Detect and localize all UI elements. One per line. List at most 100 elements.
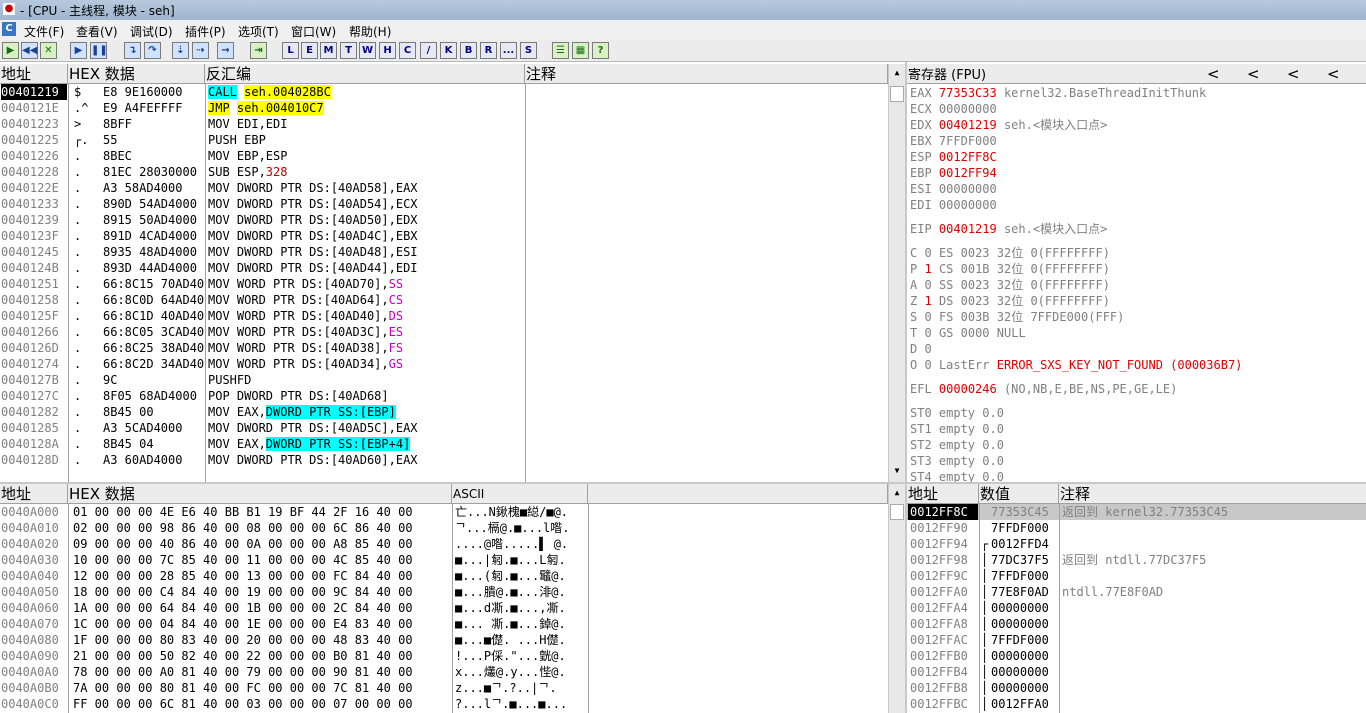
flag-z[interactable]: Z 1 DS 0023 32位 0(FFFFFFFF) <box>910 293 1362 309</box>
scroll-up-icon[interactable]: ▲ <box>890 486 904 500</box>
disasm-row[interactable]: 00401251. 66:8C15 70AD4000MOV WORD PTR DS… <box>0 276 888 292</box>
stack-row[interactable]: 0012FF9C │ 7FFDF000 <box>907 568 1366 584</box>
disasm-row[interactable]: 0040127B. 9C PUSHFD <box>0 372 888 388</box>
registers-pane[interactable]: 寄存器 (FPU) < < < < EAX 77353C33 kernel32.… <box>907 64 1366 482</box>
col-header-ascii[interactable]: ASCII <box>452 484 588 504</box>
run-icon[interactable]: ▶ <box>70 42 87 59</box>
source-button[interactable]: S <box>520 42 537 59</box>
stack-row[interactable]: 0012FFB8 │ 00000000 <box>907 680 1366 696</box>
patches-button[interactable]: / <box>420 42 437 59</box>
dump-row[interactable]: 0040A000 01 00 00 00 4E E6 40 BB B1 19 BF… <box>0 504 888 520</box>
register-edx[interactable]: EDX 00401219 seh.<模块入口点> <box>910 117 1362 133</box>
disasm-row[interactable]: 00401245. 8935 48AD4000 MOV DWORD PTR DS:[… <box>0 244 888 260</box>
col-header-address[interactable]: 地址 <box>907 484 979 504</box>
dump-row[interactable]: 0040A030 10 00 00 00 7C 85 40 00 11 00 00… <box>0 552 888 568</box>
stack-row[interactable]: 0012FFA4 │ 00000000 <box>907 600 1366 616</box>
list-icon[interactable]: ☰ <box>552 42 569 59</box>
call-stack-button[interactable]: K <box>440 42 457 59</box>
disasm-row[interactable]: 0040121E .^ E9 A4FEFFFF JMP seh.004010C7 <box>0 100 888 116</box>
flag-p[interactable]: P 1 CS 001B 32位 0(FFFFFFFF) <box>910 261 1362 277</box>
memory-dump-pane[interactable]: 地址 HEX 数据 ASCII 0040A000 01 00 00 00 4E E… <box>0 484 905 713</box>
register-edi[interactable]: EDI 00000000 <box>910 197 1362 213</box>
menu-file[interactable]: 文件(F) <box>24 23 64 40</box>
disasm-row[interactable]: 00401258. 66:8C0D 64AD4000MOV WORD PTR DS… <box>0 292 888 308</box>
open-icon[interactable]: ▶ <box>2 42 19 59</box>
scroll-thumb[interactable] <box>890 86 904 102</box>
chevron-left-icon[interactable]: < <box>1207 64 1220 83</box>
fpu-register[interactable]: ST2 empty 0.0 <box>910 437 1362 453</box>
menu-help[interactable]: 帮助(H) <box>349 23 391 40</box>
stack-pane[interactable]: 地址 数值 注释 0012FF8C 77353C45 返回到 kernel32.77… <box>907 484 1366 713</box>
dump-row[interactable]: 0040A0C0 FF 00 00 00 6C 81 40 00 03 00 00… <box>0 696 888 712</box>
col-header-address[interactable]: 地址 <box>0 484 68 504</box>
flag-c[interactable]: C 0 ES 0023 32位 0(FFFFFFFF) <box>910 245 1362 261</box>
dump-row[interactable]: 0040A0A0 78 00 00 00 A0 81 40 00 79 00 00… <box>0 664 888 680</box>
col-header-address[interactable]: 地址 <box>0 64 68 84</box>
register-efl[interactable]: EFL 00000246 (NO,NB,E,BE,NS,PE,GE,LE) <box>910 381 1362 397</box>
stack-row[interactable]: 0012FF8C 77353C45 返回到 kernel32.77353C45 <box>907 504 1366 520</box>
dump-row[interactable]: 0040A0B0 7A 00 00 00 80 81 40 00 FC 00 00… <box>0 680 888 696</box>
references-button[interactable]: R <box>480 42 497 59</box>
disasm-row[interactable]: 00401266. 66:8C05 3CAD4000MOV WORD PTR DS… <box>0 324 888 340</box>
disasm-row[interactable]: 0040126D. 66:8C25 38AD4000MOV WORD PTR DS… <box>0 340 888 356</box>
disasm-row[interactable]: 00401274. 66:8C2D 34AD4000MOV WORD PTR DS… <box>0 356 888 372</box>
memory-map-button[interactable]: M <box>320 42 337 59</box>
mdi-cpu-icon[interactable]: C <box>2 22 16 36</box>
disasm-row[interactable]: 00401285. A3 5CAD4000 MOV DWORD PTR DS:[40… <box>0 420 888 436</box>
register-esp[interactable]: ESP 0012FF8C <box>910 149 1362 165</box>
dump-row[interactable]: 0040A070 1C 00 00 00 04 84 40 00 1E 00 00… <box>0 616 888 632</box>
pause-icon[interactable]: ❚❚ <box>90 42 108 59</box>
close-icon[interactable]: ✕ <box>40 42 57 59</box>
pane-splitter[interactable] <box>0 482 1366 484</box>
disasm-row[interactable]: 00401225 ┌. 55 PUSH EBP <box>0 132 888 148</box>
restart-icon[interactable]: ◀◀ <box>21 42 38 59</box>
disasm-row[interactable]: 0040125F. 66:8C1D 40AD4000MOV WORD PTR DS… <box>0 308 888 324</box>
scroll-thumb[interactable] <box>890 504 904 520</box>
disasm-row[interactable]: 00401219 $ E8 9E160000 CALL seh.004028BC <box>0 84 888 100</box>
breakpoints-button[interactable]: B <box>460 42 477 59</box>
disasm-row[interactable]: 00401223 >8BFF MOV EDI,EDI <box>0 116 888 132</box>
handles-button[interactable]: H <box>379 42 396 59</box>
stack-row[interactable]: 0012FFAC │ 7FFDF000 <box>907 632 1366 648</box>
disasm-row[interactable]: 00401282. 8B45 00 MOV EAX,DWORD PTR SS:[EB… <box>0 404 888 420</box>
stack-row[interactable]: 0012FFA8 │ 00000000 <box>907 616 1366 632</box>
register-ecx[interactable]: ECX 00000000 <box>910 101 1362 117</box>
disasm-row[interactable]: 00401233. 890D 54AD4000 MOV DWORD PTR DS:[… <box>0 196 888 212</box>
dump-row[interactable]: 0040A010 02 00 00 00 98 86 40 00 08 00 00… <box>0 520 888 536</box>
fpu-register[interactable]: ST3 empty 0.0 <box>910 453 1362 469</box>
stack-row[interactable]: 0012FF94 ┌ 0012FFD4 <box>907 536 1366 552</box>
fpu-register[interactable]: ST0 empty 0.0 <box>910 405 1362 421</box>
disasm-row[interactable]: 0040128A. 8B45 04 MOV EAX,DWORD PTR SS:[EB… <box>0 436 888 452</box>
stack-row[interactable]: 0012FF90 7FFDF000 <box>907 520 1366 536</box>
trace-over-icon[interactable]: ⇢ <box>192 42 209 59</box>
stack-row[interactable]: 0012FF98 │ 77DC37F5 返回到 ntdll.77DC37F5 <box>907 552 1366 568</box>
stack-row[interactable]: 0012FFBC │ 0012FFA0 <box>907 696 1366 712</box>
disasm-row[interactable]: 00401226. 8BEC MOV EBP,ESP <box>0 148 888 164</box>
help-icon[interactable]: ? <box>592 42 609 59</box>
menu-plugins[interactable]: 插件(P) <box>185 23 226 40</box>
register-esi[interactable]: ESI 00000000 <box>910 181 1362 197</box>
run-trace-button[interactable]: ... <box>500 42 517 59</box>
trace-into-icon[interactable]: ⇣ <box>172 42 189 59</box>
grid-icon[interactable]: ▦ <box>572 42 589 59</box>
menu-view[interactable]: 查看(V) <box>76 23 118 40</box>
execute-till-return-icon[interactable]: → <box>217 42 234 59</box>
scroll-up-icon[interactable]: ▲ <box>890 66 904 80</box>
step-over-icon[interactable]: ↷ <box>144 42 161 59</box>
scroll-down-icon[interactable]: ▼ <box>890 464 904 478</box>
chevron-left-icon[interactable]: < <box>1247 64 1260 83</box>
last-error[interactable]: O 0 LastErr ERROR_SXS_KEY_NOT_FOUND (000… <box>910 357 1362 373</box>
flag-a[interactable]: A 0 SS 0023 32位 0(FFFFFFFF) <box>910 277 1362 293</box>
threads-button[interactable]: T <box>340 42 357 59</box>
col-header-value[interactable]: 数值 <box>979 484 1059 504</box>
menu-options[interactable]: 选项(T) <box>238 23 279 40</box>
disasm-row[interactable]: 0040127C. 8F05 68AD4000 POP DWORD PTR DS:[… <box>0 388 888 404</box>
disassembly-pane[interactable]: 地址 HEX 数据 反汇编 注释 00401219 $ E8 9E160000 CAL… <box>0 64 905 482</box>
chevron-left-icon[interactable]: < <box>1327 64 1340 83</box>
register-eax[interactable]: EAX 77353C33 kernel32.BaseThreadInitThun… <box>910 85 1362 101</box>
flag-d[interactable]: D 0 <box>910 341 1362 357</box>
disasm-row[interactable]: 0040123F. 891D 4CAD4000 MOV DWORD PTR DS:[… <box>0 228 888 244</box>
log-window-button[interactable]: L <box>282 42 299 59</box>
disasm-row[interactable]: 0040128D. A3 60AD4000 MOV DWORD PTR DS:[40… <box>0 452 888 468</box>
executable-modules-button[interactable]: E <box>301 42 318 59</box>
